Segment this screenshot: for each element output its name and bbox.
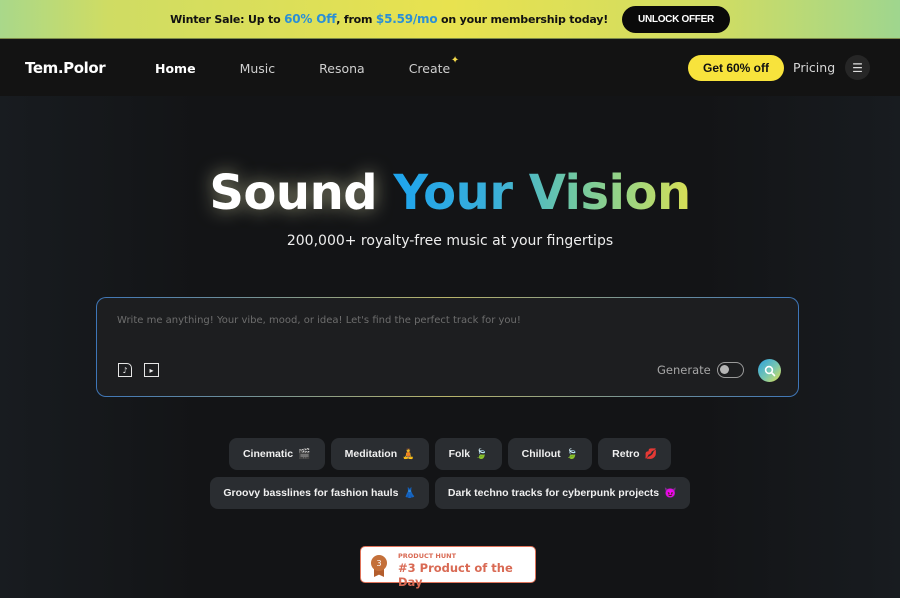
chip-retro[interactable]: Retro 💋 — [598, 438, 672, 470]
promo-text-mid: , from — [336, 13, 376, 26]
hero-title-word1: Sound — [209, 165, 378, 221]
search-box: ♪ ▸ Generate — [96, 297, 799, 397]
nav-home[interactable]: Home — [155, 61, 196, 76]
chip-label: Cinematic — [242, 448, 294, 460]
dress-icon: 👗 — [403, 487, 416, 499]
suggestion-chips-row1: Cinematic 🎬 Meditation 🧘 Folk 🍃 Chillout 🍃 R… — [0, 438, 900, 470]
product-hunt-title: #3 Product of the Day — [398, 561, 513, 589]
search-icon — [764, 365, 775, 376]
search-input[interactable] — [117, 315, 757, 326]
chip-folk[interactable]: Folk 🍃 — [434, 438, 502, 470]
suggestion-chips-row2: Groovy basslines for fashion hauls 👗 Dark… — [0, 477, 900, 509]
chip-label: Groovy basslines for fashion hauls — [223, 487, 399, 499]
search-box-inner: ♪ ▸ Generate — [97, 298, 798, 396]
main-nav: Home Music Resona Create ✦ — [155, 55, 494, 76]
nav-create-label: Create — [408, 61, 451, 76]
audio-file-icon[interactable]: ♪ — [118, 363, 132, 377]
chip-groovy-basslines[interactable]: Groovy basslines for fashion hauls 👗 — [210, 477, 429, 509]
promo-banner: Winter Sale: Up to 60% Off, from $5.59/m… — [0, 0, 900, 39]
generate-toggle[interactable] — [717, 362, 744, 378]
unlock-offer-button[interactable]: UNLOCK OFFER — [622, 5, 730, 33]
chip-label: Retro — [612, 448, 640, 460]
sparkle-icon: ✦ — [450, 55, 460, 66]
leaf-icon: 🍃 — [475, 448, 488, 460]
search-button[interactable] — [758, 359, 781, 382]
hamburger-menu-icon: ☰ — [852, 60, 863, 75]
promo-text: Winter Sale: Up to 60% Off, from $5.59/m… — [170, 12, 608, 26]
chip-chillout[interactable]: Chillout 🍃 — [507, 438, 593, 470]
product-hunt-badge[interactable]: 3 PRODUCT HUNT #3 Product of the Day — [360, 546, 536, 589]
promo-text-suffix: on your membership today! — [437, 13, 609, 26]
nav-music[interactable]: Music — [240, 61, 276, 76]
menu-button[interactable]: ☰ — [845, 55, 870, 80]
promo-text-prefix: Winter Sale: Up to — [170, 13, 285, 26]
chip-label: Chillout — [521, 448, 561, 460]
devil-icon: 😈 — [664, 487, 677, 499]
lips-icon: 💋 — [644, 448, 658, 460]
toggle-knob — [720, 365, 729, 374]
meditation-icon: 🧘 — [402, 448, 415, 460]
nav-pricing[interactable]: Pricing — [793, 60, 835, 75]
video-file-icon[interactable]: ▸ — [144, 363, 159, 377]
logo[interactable]: Tem.Polor — [25, 59, 106, 77]
promo-discount: 60% Off — [284, 12, 337, 26]
chip-cinematic[interactable]: Cinematic 🎬 — [228, 438, 325, 470]
medal-icon: 3 — [371, 555, 387, 571]
chip-label: Folk — [448, 448, 471, 460]
promo-price: $5.59/mo — [375, 12, 438, 26]
hero-subtitle: 200,000+ royalty-free music at your fing… — [286, 233, 614, 249]
site-header: Tem.Polor Home Music Resona Create ✦ Get … — [0, 40, 900, 96]
clapperboard-icon: 🎬 — [298, 448, 311, 460]
hero-title: Sound Your Vision — [0, 165, 900, 221]
chip-label: Meditation — [344, 448, 398, 460]
nav-resona[interactable]: Resona — [319, 61, 365, 76]
chip-meditation[interactable]: Meditation 🧘 — [330, 438, 429, 470]
hero-title-word2: Your Vision — [393, 165, 691, 221]
product-hunt-kicker: PRODUCT HUNT — [398, 552, 457, 560]
leaf-icon: 🍃 — [565, 448, 579, 460]
get-discount-button[interactable]: Get 60% off — [688, 55, 784, 81]
generate-label: Generate — [657, 363, 711, 377]
nav-create[interactable]: Create ✦ — [408, 55, 460, 76]
chip-dark-techno[interactable]: Dark techno tracks for cyberpunk project… — [434, 477, 690, 509]
chip-label: Dark techno tracks for cyberpunk project… — [447, 487, 660, 499]
